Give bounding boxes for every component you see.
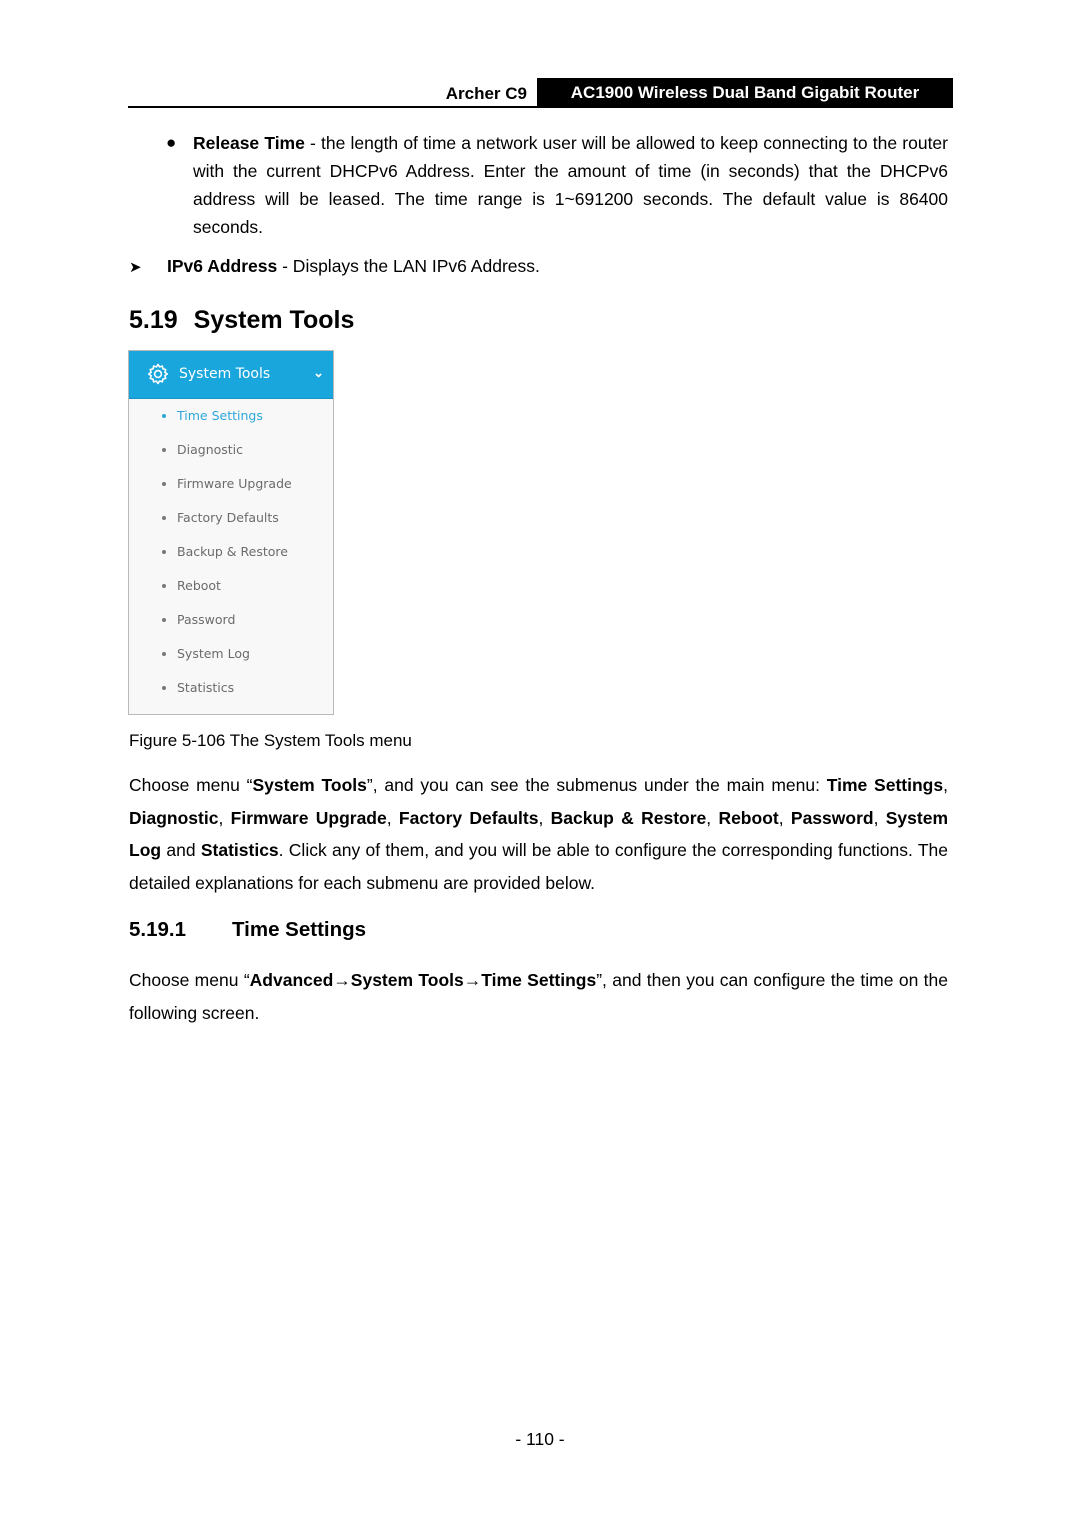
header-model: Archer C9 bbox=[445, 84, 527, 103]
bold-term: Factory Defaults bbox=[398, 807, 539, 828]
bullet-icon bbox=[162, 686, 166, 690]
submenu-item-time-settings[interactable]: Time Settings bbox=[129, 404, 333, 438]
text: and bbox=[161, 840, 201, 860]
bullet-icon bbox=[162, 652, 166, 656]
release-time-description: Release Time - the length of time a netw… bbox=[193, 129, 948, 241]
ipv6-address-term: IPv6 Address bbox=[167, 256, 278, 276]
bold-term: System Tools bbox=[252, 775, 367, 795]
text: , bbox=[778, 807, 791, 828]
text: , bbox=[943, 775, 948, 795]
text: , bbox=[706, 807, 719, 828]
submenu-item-reboot[interactable]: Reboot bbox=[129, 574, 333, 608]
bullet-icon bbox=[162, 482, 166, 486]
gear-icon bbox=[147, 363, 169, 385]
bold-term: Time Settings bbox=[826, 775, 944, 795]
figure-caption: Figure 5-106 The System Tools menu bbox=[129, 731, 412, 750]
submenu-item-firmware-upgrade[interactable]: Firmware Upgrade bbox=[129, 472, 333, 506]
submenu-item-factory-defaults[interactable]: Factory Defaults bbox=[129, 506, 333, 540]
subsection-title: Time Settings bbox=[232, 918, 367, 941]
bullet-icon bbox=[162, 584, 166, 588]
text: ”, and you can see the submenus under th… bbox=[366, 775, 827, 795]
ipv6-address-item: ➤ IPv6 Address - Displays the LAN IPv6 Ad… bbox=[129, 252, 949, 282]
bold-term: Backup & Restore bbox=[550, 807, 707, 828]
text: , bbox=[538, 807, 551, 828]
page-header: Archer C9 AC1900 Wireless Dual Band Giga… bbox=[128, 78, 953, 108]
system-tools-menu: System Tools ⌄ Time Settings Diagnostic … bbox=[128, 350, 334, 715]
menu-title: System Tools bbox=[179, 366, 271, 382]
menu-path: Advanced→System Tools→Time Settings bbox=[249, 970, 597, 990]
release-time-text: - the length of time a network user will… bbox=[193, 133, 948, 237]
text: , bbox=[873, 807, 886, 828]
bullet-icon bbox=[162, 516, 166, 520]
bold-term: Reboot bbox=[718, 807, 779, 828]
text: Choose menu “ bbox=[129, 970, 250, 990]
subsection-heading: 5.19.1 Time Settings bbox=[129, 918, 366, 942]
bullet-icon bbox=[162, 448, 166, 452]
submenu-item-system-log[interactable]: System Log bbox=[129, 642, 333, 676]
submenu-item-password[interactable]: Password bbox=[129, 608, 333, 642]
bullet-icon bbox=[162, 550, 166, 554]
menu-header[interactable]: System Tools ⌄ bbox=[129, 351, 333, 399]
bullet-icon bbox=[162, 414, 166, 418]
ipv6-address-text: - Displays the LAN IPv6 Address. bbox=[277, 256, 540, 276]
submenu-item-diagnostic[interactable]: Diagnostic bbox=[129, 438, 333, 472]
chevron-down-icon[interactable]: ⌄ bbox=[313, 365, 324, 381]
section-heading: 5.19 System Tools bbox=[129, 306, 354, 335]
section-number: 5.19 bbox=[129, 306, 178, 334]
bold-term: Diagnostic bbox=[129, 807, 219, 828]
page-number: - 110 - bbox=[515, 1429, 565, 1449]
text: , bbox=[386, 807, 399, 828]
paragraph-submenus: Choose menu “System Tools”, and you can … bbox=[129, 769, 948, 899]
bullet-icon bbox=[162, 618, 166, 622]
bold-term: Firmware Upgrade bbox=[230, 807, 387, 828]
text: , bbox=[218, 807, 231, 828]
bold-term: Statistics bbox=[200, 840, 279, 860]
release-time-term: Release Time bbox=[193, 133, 305, 153]
text: Choose menu “ bbox=[129, 775, 253, 795]
submenu-item-backup-restore[interactable]: Backup & Restore bbox=[129, 540, 333, 574]
arrow-bullet-icon: ➤ bbox=[129, 259, 142, 276]
subsection-number: 5.19.1 bbox=[129, 918, 186, 941]
bullet-icon: ● bbox=[166, 133, 177, 152]
header-product: AC1900 Wireless Dual Band Gigabit Router bbox=[537, 78, 953, 106]
paragraph-time-settings: Choose menu “Advanced→System Tools→Time … bbox=[129, 964, 948, 1029]
bold-term: Password bbox=[790, 807, 874, 828]
submenu-item-statistics[interactable]: Statistics bbox=[129, 676, 333, 710]
section-title: System Tools bbox=[193, 306, 355, 334]
submenu-list: Time Settings Diagnostic Firmware Upgrad… bbox=[129, 404, 333, 710]
